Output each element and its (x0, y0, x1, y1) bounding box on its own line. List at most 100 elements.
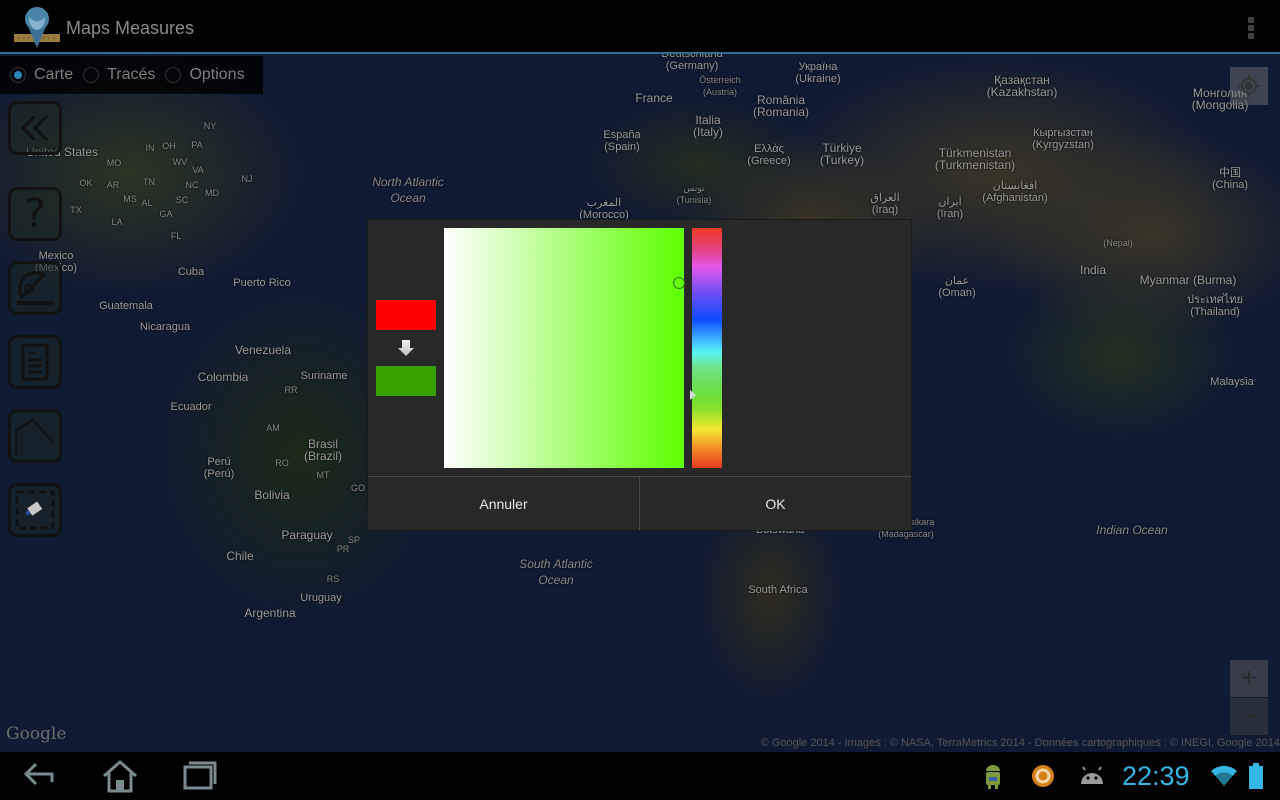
recent-apps-icon[interactable] (182, 758, 218, 797)
sv-cursor-handle[interactable] (673, 276, 686, 289)
map-label: AR (106, 180, 120, 190)
android-head-icon[interactable] (1078, 766, 1106, 791)
map-label: India (1079, 263, 1107, 277)
map-label: MO (106, 158, 122, 168)
mode-label: Options (189, 66, 245, 83)
erase-selection-button[interactable] (8, 483, 62, 537)
map-label: Ελλάς (Greece) (747, 143, 791, 167)
map-label: GA (159, 209, 173, 219)
question-mark-icon: ? (24, 191, 46, 237)
map-label: RR (284, 385, 298, 395)
map-label: North Atlantic Ocean (372, 175, 444, 205)
map-label: Deutschland (Germany) (661, 54, 723, 72)
zoom-in-button[interactable]: + (1230, 660, 1268, 697)
map-label: GO (350, 483, 366, 493)
color-picker-dialog: Annuler OK (368, 220, 911, 530)
map-label: Perú (Perú) (203, 456, 235, 480)
map-label: Suriname (300, 370, 348, 382)
map-label: RO (275, 458, 289, 468)
collapse-button[interactable] (8, 101, 62, 155)
map-label: Guatemala (99, 300, 153, 312)
google-logo: Google (6, 724, 67, 744)
map-label: Venezuela (234, 343, 292, 357)
map-label: Кыргызстан (Kyrgyzstan) (1032, 127, 1094, 151)
map-label: 中国 (China) (1211, 167, 1249, 191)
map-label: Uruguay (300, 592, 342, 604)
map-label: Chile (226, 549, 254, 563)
map-label: ประเทศไทย (Thailand) (1186, 294, 1244, 318)
map-label: المغرب (Morocco) (579, 197, 629, 221)
map-label: NY (203, 121, 217, 131)
radio-button[interactable] (165, 67, 182, 83)
protractor-ruler-icon (17, 271, 53, 305)
zoom-out-button[interactable]: − (1230, 698, 1268, 735)
map-label: SC (175, 195, 189, 205)
map-label: OH (162, 141, 176, 151)
mode-label: Tracés (107, 66, 156, 83)
map-label: MD (205, 188, 219, 198)
android-debug-icon[interactable] (982, 764, 1004, 795)
home-icon[interactable] (100, 758, 140, 799)
map-label: South Atlantic Ocean (519, 557, 593, 587)
clock[interactable]: 22:39 (1122, 761, 1190, 792)
map-label: AL (141, 198, 153, 208)
map-label: NC (185, 180, 199, 190)
mode-traces[interactable]: Tracés (83, 66, 155, 84)
old-color-swatch (376, 300, 436, 330)
polygon-button[interactable] (8, 409, 62, 463)
map-label: Қазақстан (Kazakhstan) (986, 73, 1058, 99)
map-label: Nicaragua (139, 321, 191, 333)
map-pin-ruler-icon (14, 4, 60, 52)
double-chevron-left-icon (20, 114, 49, 142)
map-label: تونس (Tunisia) (676, 183, 712, 205)
eraser-selection-icon (15, 490, 55, 530)
map-label: Україна (Ukraine) (795, 61, 841, 85)
map-label: España (Spain) (603, 129, 641, 153)
map-label: عمان (Oman) (938, 275, 976, 299)
mode-carte[interactable]: Carte (10, 66, 73, 84)
map-label: LA (111, 217, 123, 227)
map-label: NJ (241, 174, 253, 184)
help-button[interactable]: ? (8, 187, 62, 241)
radio-button[interactable] (83, 67, 100, 83)
my-location-icon (1238, 75, 1260, 97)
document-list-icon (21, 343, 49, 381)
radio-button[interactable] (10, 67, 26, 83)
map-label: OK (79, 178, 93, 188)
system-navigation-bar: 22:39 (0, 752, 1280, 800)
map-label: VA (192, 165, 204, 175)
map-label: Puerto Rico (233, 277, 291, 289)
map-label: افغانستان (Afghanistan) (982, 180, 1048, 204)
saturation-value-picker[interactable] (444, 228, 686, 468)
hue-slider-thumb[interactable] (690, 390, 696, 401)
map-label: PA (191, 140, 203, 150)
app-title: Maps Measures (66, 18, 195, 38)
map-label: Malaysia (1210, 376, 1254, 388)
ok-button[interactable]: OK (640, 477, 911, 530)
back-icon[interactable] (22, 758, 58, 797)
measure-button[interactable] (8, 261, 62, 315)
wifi-icon[interactable] (1210, 765, 1238, 792)
map-label: ایران (Iran) (936, 196, 964, 220)
orange-app-icon[interactable] (1031, 764, 1055, 793)
map-label: PR (336, 544, 350, 554)
map-label: IN (145, 143, 155, 153)
map-label: WV (172, 157, 188, 167)
mode-options[interactable]: Options (165, 66, 245, 84)
my-location-button[interactable] (1230, 67, 1268, 105)
battery-icon[interactable] (1249, 763, 1263, 794)
hue-slider[interactable] (692, 228, 722, 468)
map-label: AM (266, 423, 280, 433)
map-attribution: © Google 2014 - Images : © NASA, TerraMe… (760, 737, 1280, 749)
overflow-menu-icon[interactable] (1248, 17, 1254, 39)
polygon-path-icon (15, 418, 54, 456)
map-label: SP (347, 535, 361, 545)
map-label: FL (170, 231, 182, 241)
map-label: Indian Ocean (1096, 523, 1168, 537)
map-label: Ecuador (170, 401, 212, 413)
map-label: France (635, 91, 673, 105)
list-button[interactable] (8, 335, 62, 389)
map-label: Bolivia (254, 488, 290, 502)
cancel-button[interactable]: Annuler (368, 477, 640, 530)
new-color-swatch (376, 366, 436, 396)
